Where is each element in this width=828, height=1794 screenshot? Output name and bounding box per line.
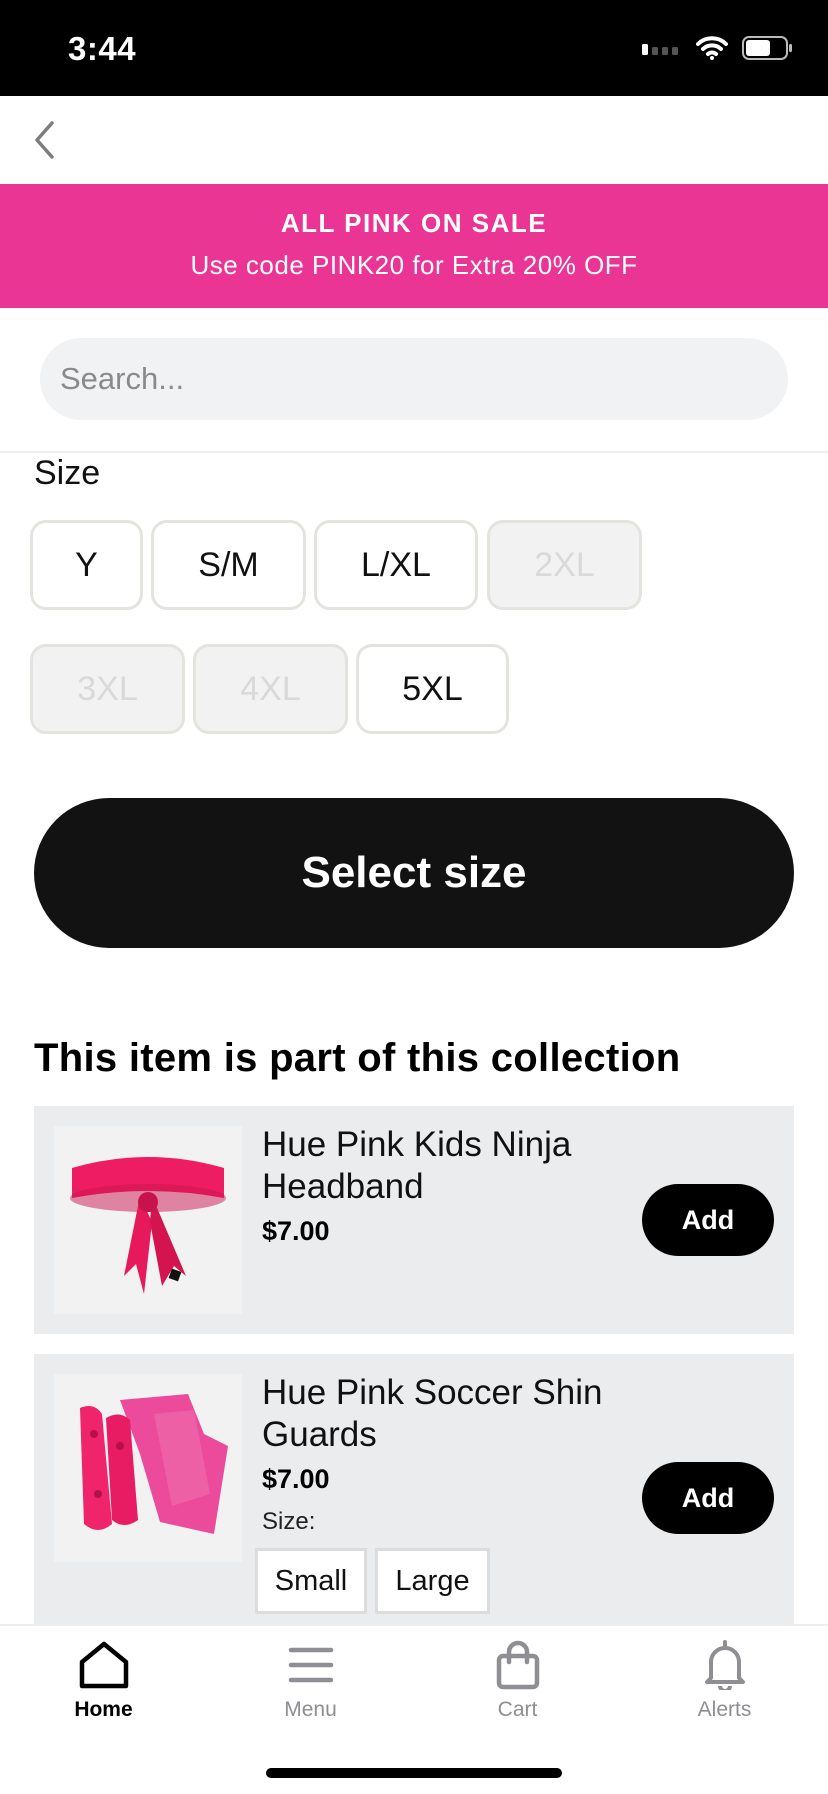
size-option-y[interactable]: Y bbox=[30, 520, 143, 610]
size-option-5xl[interactable]: 5XL bbox=[356, 644, 509, 734]
product-image[interactable] bbox=[54, 1126, 242, 1314]
search-section bbox=[0, 308, 828, 453]
size-option-label: 2XL bbox=[534, 545, 595, 584]
tab-bar: Home Menu Cart Alerts bbox=[0, 1624, 828, 1794]
size-option-label: 4XL bbox=[240, 669, 301, 708]
select-size-button[interactable]: Select size bbox=[34, 798, 794, 948]
collection-title: This item is part of this collection bbox=[34, 1036, 681, 1080]
promo-title: ALL PINK ON SALE bbox=[280, 208, 548, 238]
tab-label: Cart bbox=[497, 1698, 538, 1721]
size-option-label: L/XL bbox=[361, 545, 431, 584]
chevron-left-icon bbox=[35, 121, 54, 159]
bell-icon bbox=[704, 1640, 745, 1690]
product-size-option-small[interactable]: Small bbox=[255, 1548, 367, 1614]
back-button[interactable] bbox=[20, 116, 68, 164]
size-option-s-m[interactable]: S/M bbox=[151, 520, 306, 610]
product-price: $7.00 bbox=[262, 1216, 330, 1246]
tab-home[interactable]: Home bbox=[0, 1640, 207, 1740]
promo-subtitle: Use code PINK20 for Extra 20% OFF bbox=[190, 250, 638, 280]
status-time: 3:44 bbox=[68, 30, 137, 67]
size-option-label: 3XL bbox=[77, 669, 138, 708]
product-size-label: Size: bbox=[262, 1508, 316, 1535]
product-price: $7.00 bbox=[262, 1464, 330, 1494]
headband-image bbox=[70, 1157, 226, 1294]
tab-label: Home bbox=[74, 1698, 133, 1721]
promo-banner[interactable]: ALL PINK ON SALE Use code PINK20 for Ext… bbox=[0, 184, 828, 308]
product-card[interactable]: Hue Pink Kids Ninja Headband $7.00 Add bbox=[34, 1106, 794, 1334]
wifi-icon bbox=[696, 36, 728, 60]
tab-label: Alerts bbox=[697, 1698, 752, 1721]
size-option-label: Y bbox=[75, 545, 98, 584]
size-label: Size bbox=[34, 454, 101, 492]
size-option-2xl-unavailable: 2XL bbox=[487, 520, 642, 610]
shin-guards-image bbox=[80, 1394, 228, 1534]
tab-cart[interactable]: Cart bbox=[414, 1640, 621, 1740]
size-option-l-xl[interactable]: L/XL bbox=[314, 520, 478, 610]
add-button[interactable]: Add bbox=[642, 1462, 774, 1534]
home-indicator[interactable] bbox=[266, 1768, 562, 1778]
size-option-label: 5XL bbox=[402, 669, 463, 708]
product-size-option-large[interactable]: Large bbox=[375, 1548, 490, 1614]
product-name[interactable]: Hue Pink Soccer Shin Guards bbox=[262, 1372, 622, 1456]
size-option-3xl-unavailable: 3XL bbox=[30, 644, 185, 734]
menu-icon bbox=[288, 1647, 333, 1683]
navigation-bar bbox=[0, 96, 828, 185]
product-card[interactable]: Hue Pink Soccer Shin Guards $7.00 Size: … bbox=[34, 1354, 794, 1624]
tab-menu[interactable]: Menu bbox=[207, 1640, 414, 1740]
home-icon bbox=[79, 1641, 128, 1689]
add-button[interactable]: Add bbox=[642, 1184, 774, 1256]
size-option-label: S/M bbox=[198, 545, 259, 584]
product-name[interactable]: Hue Pink Kids Ninja Headband bbox=[262, 1124, 622, 1208]
status-bar: 3:44 bbox=[0, 0, 828, 96]
bag-icon bbox=[496, 1640, 539, 1690]
tab-alerts[interactable]: Alerts bbox=[621, 1640, 828, 1740]
status-icons bbox=[642, 36, 794, 60]
cellular-signal-icon bbox=[642, 44, 678, 55]
search-input[interactable] bbox=[40, 338, 788, 420]
battery-icon bbox=[742, 36, 792, 60]
size-option-4xl-unavailable: 4XL bbox=[193, 644, 348, 734]
product-image[interactable] bbox=[54, 1374, 242, 1562]
tab-label: Menu bbox=[284, 1698, 337, 1721]
